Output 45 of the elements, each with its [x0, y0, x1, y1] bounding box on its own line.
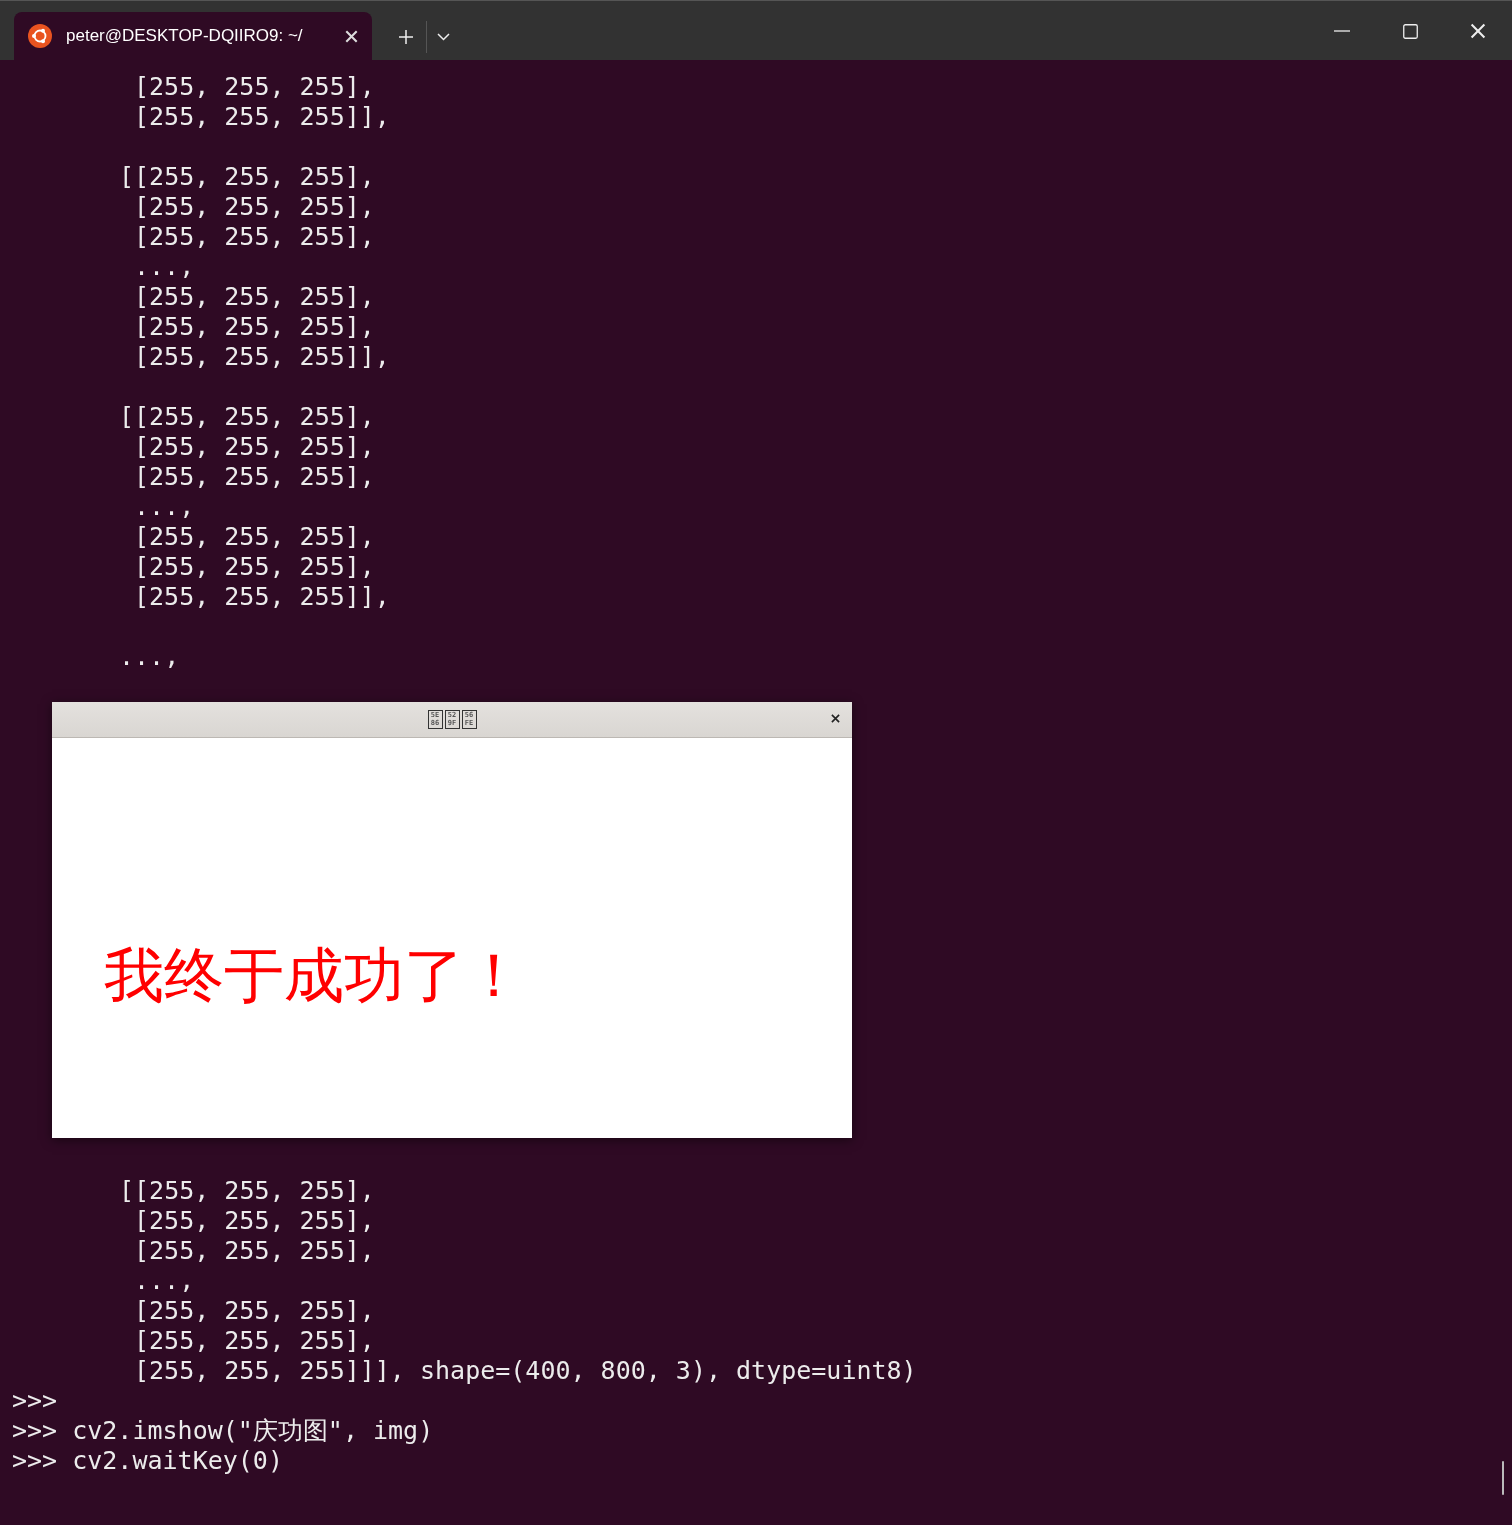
output-line: [255, 255, 255], [134, 192, 375, 221]
output-line: ..., [134, 252, 195, 281]
output-line: [255, 255, 255], [134, 282, 375, 311]
scroll-bar[interactable] [1502, 1461, 1504, 1495]
output-line: [255, 255, 255]]], shape=(400, 800, 3), dtype=uint8) [134, 1356, 917, 1385]
maximize-icon [1402, 23, 1418, 39]
output-line: [255, 255, 255], [134, 1236, 375, 1265]
output-line: [[255, 255, 255], [119, 1176, 375, 1205]
output-line: [255, 255, 255], [134, 312, 375, 341]
output-line: [255, 255, 255], [134, 72, 375, 101]
command-text: cv2.imshow("庆功图", img) [72, 1416, 434, 1445]
minimize-icon [1334, 30, 1350, 32]
new-tab-button[interactable] [398, 28, 414, 45]
prompt: >>> [12, 1446, 58, 1475]
output-line: [[255, 255, 255], [119, 162, 375, 191]
prompt: >>> [12, 1416, 58, 1445]
output-line: [255, 255, 255], [134, 462, 375, 491]
output-line: [255, 255, 255]], [134, 102, 390, 131]
output-line: ..., [134, 492, 195, 521]
output-line: ..., [119, 642, 180, 671]
chevron-down-icon [437, 32, 450, 41]
output-line: [255, 255, 255], [134, 522, 375, 551]
command-text: cv2.waitKey(0) [72, 1446, 283, 1475]
terminal-tab[interactable]: peter@DESKTOP-DQIIRO9: ~/ [14, 12, 372, 60]
close-tab-button[interactable] [345, 29, 358, 43]
output-line: [255, 255, 255], [134, 222, 375, 251]
output-line: [255, 255, 255]], [134, 582, 390, 611]
output-line: [255, 255, 255], [134, 1326, 375, 1355]
output-line: [[255, 255, 255], [119, 402, 375, 431]
output-line: [255, 255, 255], [134, 552, 375, 581]
output-line: [255, 255, 255]], [134, 342, 390, 371]
ubuntu-logo-icon [28, 24, 52, 48]
close-icon [345, 29, 358, 43]
output-line: ..., [134, 1266, 195, 1295]
prompt: >>> [12, 1386, 58, 1415]
image-text: 我终于成功了！ [104, 938, 524, 1012]
tab-dropdown-button[interactable] [437, 32, 450, 41]
close-icon [831, 714, 840, 723]
output-line: [255, 255, 255], [134, 1206, 375, 1235]
plus-icon [398, 28, 414, 45]
output-line: [255, 255, 255], [134, 1296, 375, 1325]
close-button[interactable] [831, 714, 840, 723]
close-icon [1470, 23, 1486, 39]
tab-title: peter@DESKTOP-DQIIRO9: ~/ [66, 26, 304, 46]
output-line: [255, 255, 255], [134, 432, 375, 461]
